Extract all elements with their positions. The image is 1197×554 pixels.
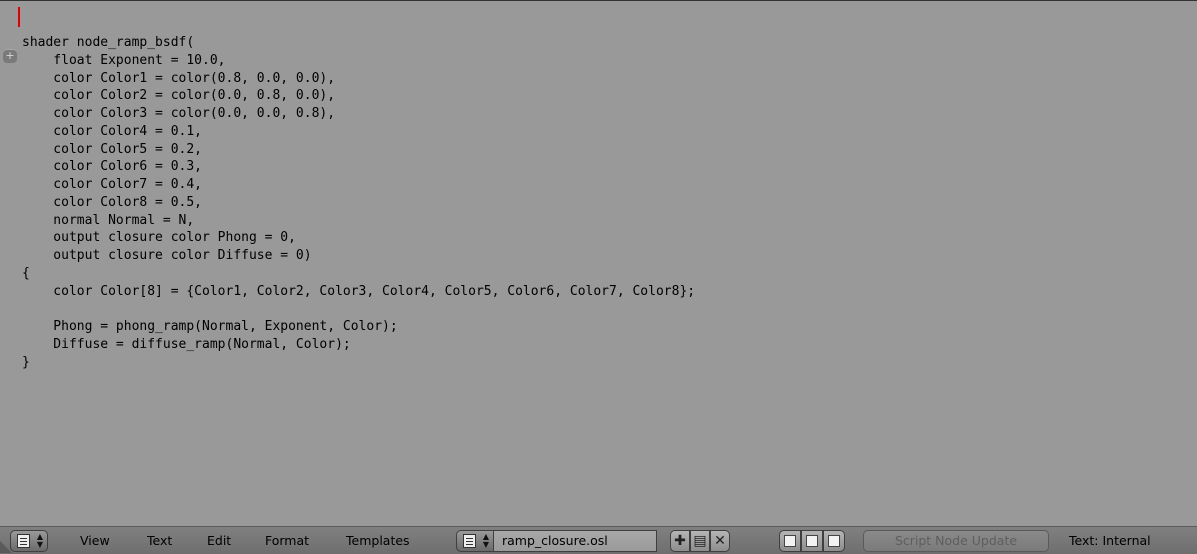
- line-numbers-icon[interactable]: [779, 530, 801, 552]
- code-line: color Color4 = 0.1,: [22, 123, 203, 139]
- text-datablock-browse[interactable]: ▲ ▼: [456, 530, 494, 552]
- text-cursor: [18, 7, 20, 27]
- text-status: Text: Internal: [1069, 533, 1151, 548]
- code-line: output closure color Diffuse = 0): [22, 248, 312, 263]
- line-numbers-glyph: [784, 535, 796, 547]
- code-text[interactable]: shader node_ramp_bsdf( float Exponent = …: [22, 34, 695, 371]
- text-datablock-icon: [463, 534, 476, 548]
- menu-text[interactable]: Text: [147, 533, 172, 548]
- code-line: {: [22, 265, 30, 281]
- editor-type-selector[interactable]: ▲ ▼: [10, 530, 48, 552]
- word-wrap-glyph: [806, 535, 818, 547]
- code-line: color Color1 = color(0.8, 0.0, 0.0),: [22, 70, 336, 86]
- syntax-highlight-glyph: [828, 535, 840, 547]
- code-line: color Color7 = 0.4,: [22, 177, 203, 192]
- code-line: output closure color Phong = 0,: [22, 230, 296, 246]
- word-wrap-icon[interactable]: [801, 530, 823, 552]
- unlink-text-icon[interactable]: ✕: [710, 530, 730, 552]
- code-line: float Exponent = 10.0,: [22, 52, 226, 68]
- code-line: Phong = phong_ramp(Normal, Exponent, Col…: [22, 319, 398, 334]
- code-line: color Color[8] = {Color1, Color2, Color3…: [22, 283, 696, 299]
- updown-arrows-icon: ▲ ▼: [36, 532, 43, 549]
- menu-templates[interactable]: Templates: [346, 533, 410, 548]
- text-editor-icon: [17, 534, 30, 548]
- code-line: color Color6 = 0.3,: [22, 159, 203, 175]
- code-line: color Color5 = 0.2,: [22, 141, 203, 157]
- region-expand-plus-icon[interactable]: +: [3, 49, 17, 63]
- syntax-highlight-icon[interactable]: [823, 530, 845, 552]
- menu-edit[interactable]: Edit: [207, 533, 231, 548]
- code-line: Diffuse = diffuse_ramp(Normal, Color);: [22, 336, 351, 352]
- code-line: color Color8 = 0.5,: [22, 194, 203, 210]
- new-text-icon[interactable]: ✚: [670, 530, 690, 552]
- code-line: color Color3 = color(0.0, 0.0, 0.8),: [22, 106, 336, 121]
- code-line: }: [22, 354, 30, 370]
- code-line: color Color2 = color(0.0, 0.8, 0.0),: [22, 88, 336, 104]
- script-node-update-button[interactable]: Script Node Update: [863, 530, 1049, 552]
- text-editor-header: ▲ ▼ View Text Edit Format Templates ▲ ▼ ra…: [0, 526, 1197, 554]
- text-editor-area[interactable]: + shader node_ramp_bsdf( float Exponent …: [0, 0, 1197, 526]
- code-line: shader node_ramp_bsdf(: [22, 35, 195, 50]
- menu-format[interactable]: Format: [265, 533, 309, 548]
- open-text-icon[interactable]: ▤: [690, 530, 710, 552]
- code-line: normal Normal = N,: [22, 212, 195, 228]
- menu-view[interactable]: View: [80, 533, 110, 548]
- text-name-field[interactable]: ramp_closure.osl: [494, 530, 657, 552]
- updown-arrows-icon: ▲ ▼: [482, 532, 489, 549]
